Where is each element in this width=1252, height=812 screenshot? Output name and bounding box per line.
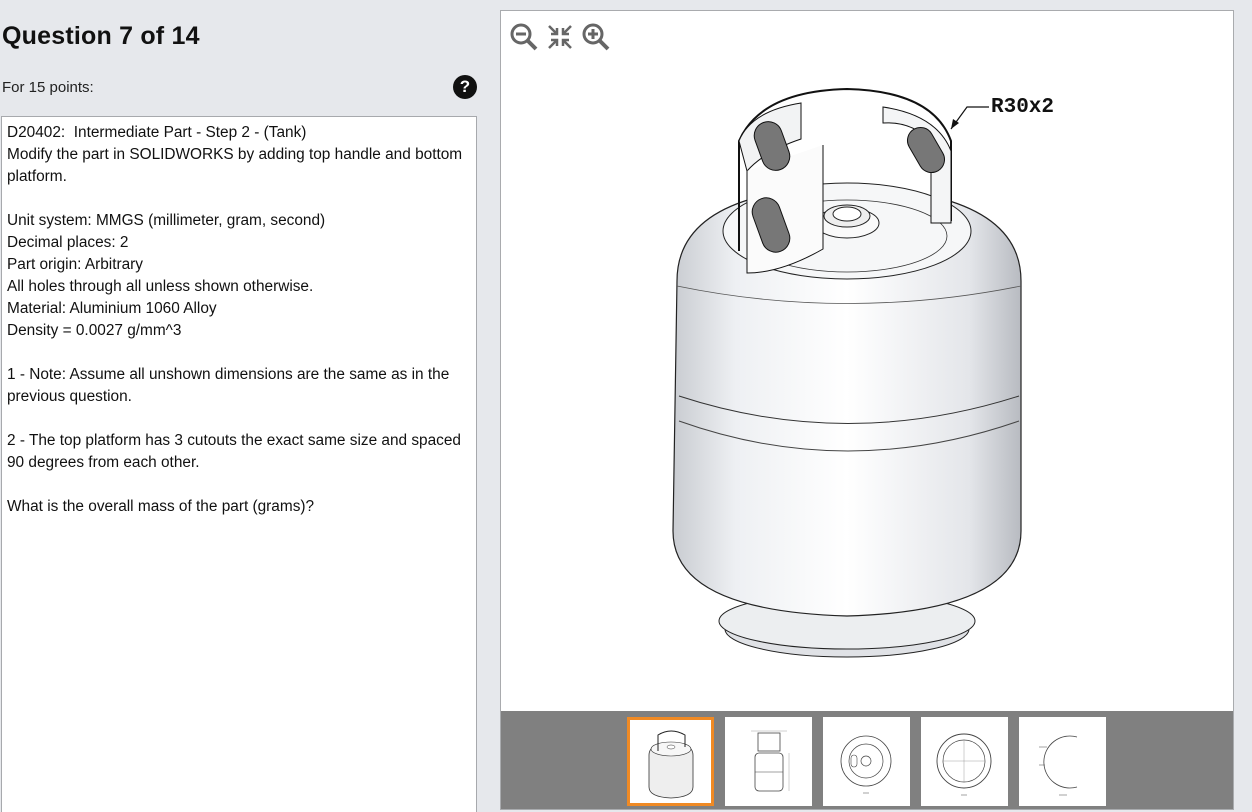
question-title: Question 7 of 14 (2, 22, 200, 50)
bottom-drawing-thumbnail-icon (936, 733, 992, 796)
front-drawing-thumbnail-icon (751, 730, 790, 792)
image-viewer: R30x2 (500, 10, 1234, 810)
tank-thumbnail-icon (648, 730, 694, 799)
question-line (7, 342, 471, 364)
question-panel: Question 7 of 14 For 15 points: ? D20402… (0, 0, 490, 812)
question-line: All holes through all unless shown other… (7, 278, 314, 295)
question-line: Material: Aluminium 1060 Alloy (7, 300, 217, 317)
question-line: Modify the part in SOLIDWORKS by adding … (7, 146, 467, 185)
question-line: Unit system: MMGS (millimeter, gram, sec… (7, 212, 326, 229)
thumbnail-bottom-view[interactable] (921, 717, 1008, 806)
fit-to-screen-icon[interactable] (543, 20, 577, 54)
question-line: What is the overall mass of the part (gr… (7, 498, 315, 515)
thumbnail-strip (501, 711, 1233, 809)
question-line: 1 - Note: Assume all unshown dimensions … (7, 366, 454, 405)
question-line: Density = 0.0027 g/mm^3 (7, 322, 182, 339)
help-icon[interactable]: ? (453, 75, 477, 99)
question-line: Decimal places: 2 (7, 234, 129, 251)
question-line (7, 188, 471, 210)
thumbnail-isometric-view[interactable] (627, 717, 714, 806)
question-line: 2 - The top platform has 3 cutouts the e… (7, 432, 466, 471)
zoom-toolbar (507, 19, 613, 55)
zoom-out-icon[interactable] (507, 20, 541, 54)
top-drawing-thumbnail-icon (840, 735, 892, 794)
points-label: For 15 points: (2, 79, 94, 96)
image-stage[interactable]: R30x2 (501, 11, 1233, 711)
question-line: Part origin: Arbitrary (7, 256, 143, 273)
thumbnail-detail-view[interactable] (1019, 717, 1106, 806)
detail-drawing-thumbnail-icon (1039, 735, 1078, 796)
question-line: D20402: Intermediate Part - Step 2 - (Ta… (7, 124, 307, 141)
question-line (7, 408, 471, 430)
thumbnail-front-view[interactable] (725, 717, 812, 806)
question-line (7, 474, 471, 496)
callout-label: R30x2 (991, 96, 1054, 119)
zoom-in-icon[interactable] (579, 20, 613, 54)
question-text-box[interactable]: D20402: Intermediate Part - Step 2 - (Ta… (1, 116, 477, 812)
tank-drawing: R30x2 (672, 87, 1054, 658)
thumbnail-top-view[interactable] (823, 717, 910, 806)
